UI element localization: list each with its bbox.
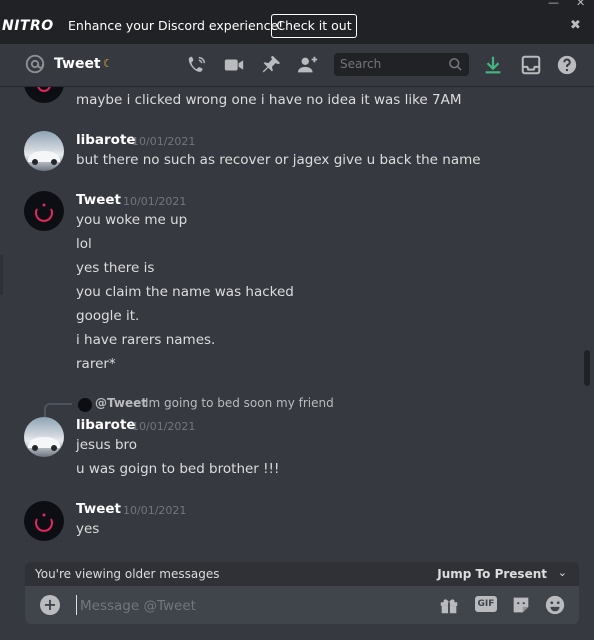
window-titlebar: — ✕ [0,0,594,9]
message-text: u was goign to bed brother !!! [76,461,280,477]
message-composer: + GIF [25,586,579,624]
search-input[interactable]: Search [334,53,469,76]
reply-preview[interactable]: Im going to bed soon my friend [145,396,334,410]
nitro-message: Enhance your Discord experience! [68,18,284,33]
idle-status-icon: ☾ [103,57,113,70]
message-text: yes there is [76,260,155,276]
message-timestamp: 10/01/2021 [132,420,196,433]
nitro-banner: NITRO Enhance your Discord experience! C… [0,8,594,44]
check-it-out-button[interactable]: Check it out [271,14,357,38]
avatar[interactable] [24,131,64,171]
avatar[interactable] [24,501,64,541]
message-author[interactable]: libarote [76,132,136,148]
video-call-icon[interactable] [223,54,245,76]
message-text: lol [76,236,92,252]
message-author[interactable]: Tweet [76,192,121,208]
help-icon[interactable] [556,54,578,76]
chevron-down-icon[interactable]: ⌄ [558,566,567,579]
avatar[interactable] [24,87,64,103]
pin-icon[interactable] [260,54,282,76]
channel-header: Tweet ☾ Search [0,44,594,87]
download-icon[interactable] [482,54,504,76]
nitro-logo: NITRO [2,18,54,34]
message-input[interactable] [78,594,382,618]
gift-icon[interactable] [438,594,460,616]
older-messages-text: You're viewing older messages [35,567,220,581]
search-placeholder: Search [340,57,382,71]
upload-plus-button[interactable]: + [40,595,60,615]
message-text: but there no such as recover or jagex gi… [76,152,481,168]
message-text: i have rarers names. [76,332,216,348]
message-author[interactable]: libarote [76,417,136,433]
message-author[interactable]: Tweet [76,501,121,517]
message-timestamp: 10/01/2021 [132,135,196,148]
sticker-icon[interactable] [510,594,532,616]
avatar[interactable] [24,417,64,457]
message-text: rarer* [76,356,116,372]
gif-button[interactable]: GIF [475,596,497,612]
add-friend-icon[interactable] [297,54,319,76]
channel-name: Tweet [54,56,101,72]
message-text: you woke me up [76,212,188,228]
reply-connector [44,403,72,417]
avatar[interactable] [24,191,64,231]
message-text: maybe i clicked wrong one i have no idea… [76,92,462,108]
message-timestamp: 10/01/2021 [123,504,187,517]
inbox-icon[interactable] [520,54,542,76]
search-icon [449,58,462,71]
close-banner-icon[interactable]: ✖ [570,18,581,33]
scrollbar-thumb[interactable] [584,350,590,386]
message-text: yes [76,521,100,537]
emoji-icon[interactable] [544,594,566,616]
message-text: you claim the name was hacked [76,284,294,300]
message-text: google it. [76,308,140,324]
reply-mention[interactable]: @Tweet [95,396,147,410]
jump-to-present-button[interactable]: Jump To Present [437,567,547,581]
reply-avatar [78,398,92,412]
older-messages-bar: You're viewing older messages Jump To Pr… [25,562,579,586]
message-text: jesus bro [76,437,138,453]
voice-call-icon[interactable] [186,54,208,76]
text-caret [76,595,77,615]
message-timestamp: 10/01/2021 [123,195,187,208]
message-list: maybe i clicked wrong one i have no idea… [0,87,594,557]
at-icon [25,54,45,74]
